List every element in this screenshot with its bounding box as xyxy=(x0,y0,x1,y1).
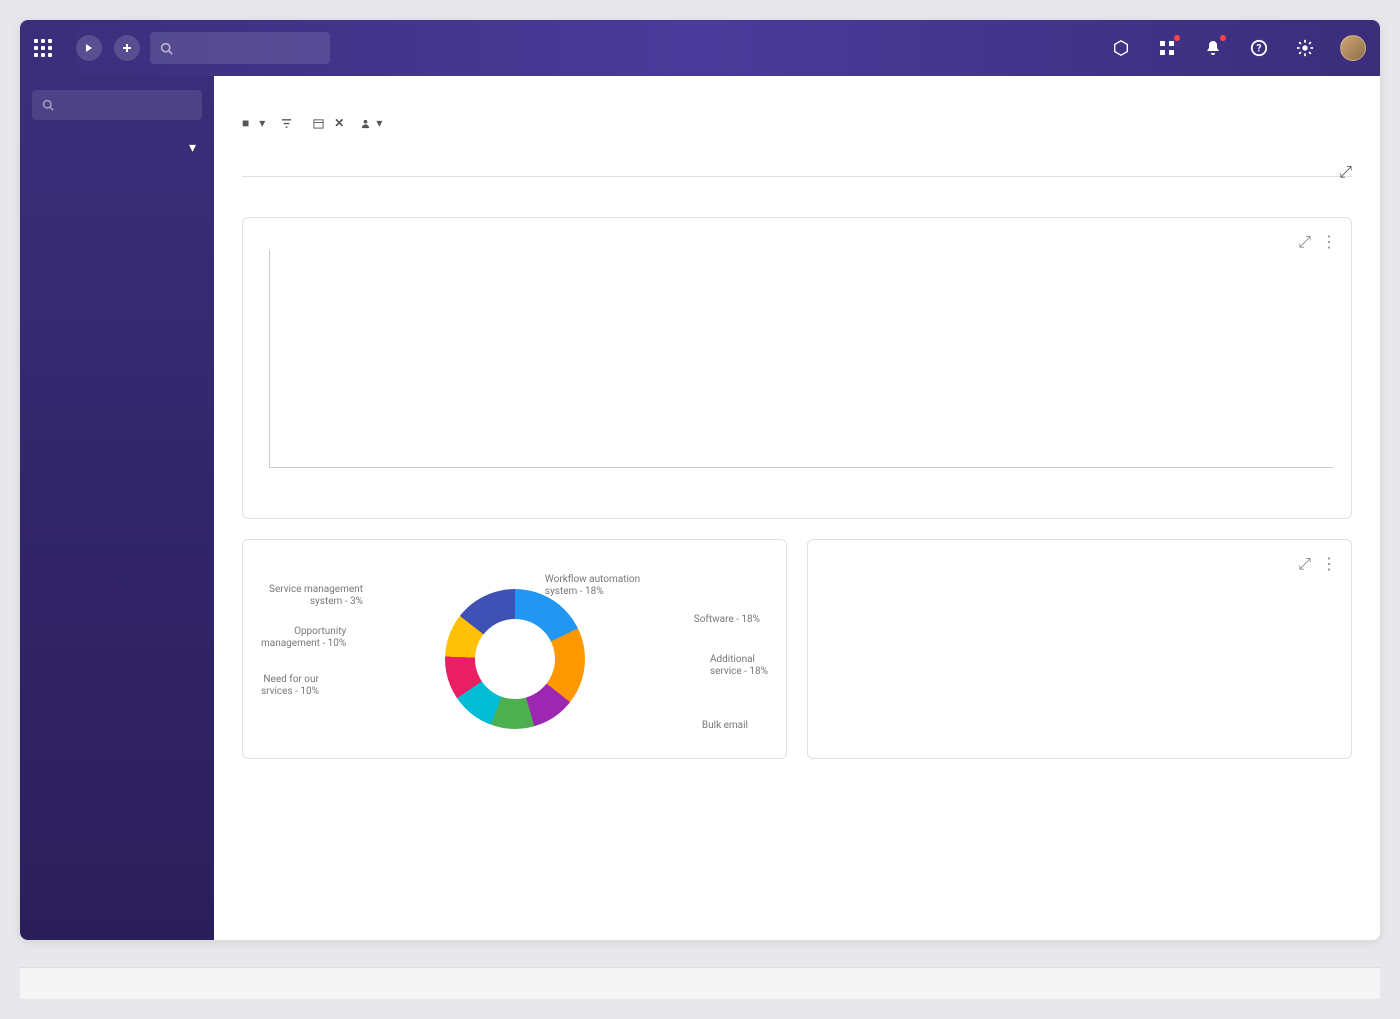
chart-completed-orders-owner: ⤢⋮ xyxy=(807,539,1352,759)
calendar-icon xyxy=(313,118,324,129)
tabs: ⤢ xyxy=(242,154,1352,177)
sidebar: ▾ xyxy=(20,76,214,940)
chart-pay-orders-by-month: ⤢⋮ xyxy=(242,217,1352,519)
svg-text:?: ? xyxy=(1257,44,1262,55)
owner-filter[interactable]: ▾ xyxy=(360,116,387,130)
y-axis xyxy=(261,250,269,468)
add-button[interactable] xyxy=(114,35,140,61)
expand-icon[interactable]: ⤢ xyxy=(1339,162,1352,182)
donut-label: Additionalservice - 18% xyxy=(710,654,768,678)
date-filter[interactable]: ✕ xyxy=(313,116,344,130)
chevron-down-icon: ▾ xyxy=(189,140,196,156)
filter-button[interactable] xyxy=(281,118,297,129)
chart-orders-channels: Workflow automationsystem - 18% Software… xyxy=(242,539,787,759)
main-content: ■ ▾ ✕ ▾ ⤢ ⤢⋮ xyxy=(214,76,1380,940)
bell-icon[interactable] xyxy=(1202,37,1224,59)
chart-menu-icon[interactable]: ⋮ xyxy=(1321,554,1337,574)
app-launcher-icon[interactable] xyxy=(34,39,52,57)
help-icon[interactable]: ? xyxy=(1248,37,1270,59)
expand-chart-icon[interactable]: ⤢ xyxy=(1298,554,1311,574)
taskbar xyxy=(20,967,1380,999)
play-button[interactable] xyxy=(76,35,102,61)
clear-date-icon[interactable]: ✕ xyxy=(334,116,344,130)
folder-filter[interactable]: ■ ▾ xyxy=(242,116,265,130)
bars-area xyxy=(269,250,1333,468)
donut-chart: Workflow automationsystem - 18% Software… xyxy=(261,564,768,724)
user-avatar[interactable] xyxy=(1340,35,1366,61)
search-icon xyxy=(42,99,54,111)
person-icon xyxy=(360,118,371,129)
cube-icon[interactable] xyxy=(1110,37,1132,59)
topbar: ? xyxy=(20,20,1380,76)
gear-icon[interactable] xyxy=(1294,37,1316,59)
donut-label: Opportunitymanagement - 10% xyxy=(261,626,346,650)
donut-label: Software - 18% xyxy=(694,614,760,626)
filter-bar: ■ ▾ ✕ ▾ xyxy=(242,116,1352,130)
apps-icon[interactable] xyxy=(1156,37,1178,59)
global-search[interactable] xyxy=(150,32,330,64)
donut-label: Bulk email xyxy=(702,720,748,732)
search-icon xyxy=(160,42,173,55)
filter-icon xyxy=(281,118,292,129)
sidebar-category[interactable]: ▾ xyxy=(20,134,214,170)
donut-label: Need for oursrvices - 10% xyxy=(261,674,319,698)
sidebar-search[interactable] xyxy=(32,90,202,120)
donut-label: Workflow automationsystem - 18% xyxy=(545,574,640,598)
donut-label: Service managementsystem - 3% xyxy=(269,584,363,608)
grouped-bars xyxy=(826,572,1333,712)
